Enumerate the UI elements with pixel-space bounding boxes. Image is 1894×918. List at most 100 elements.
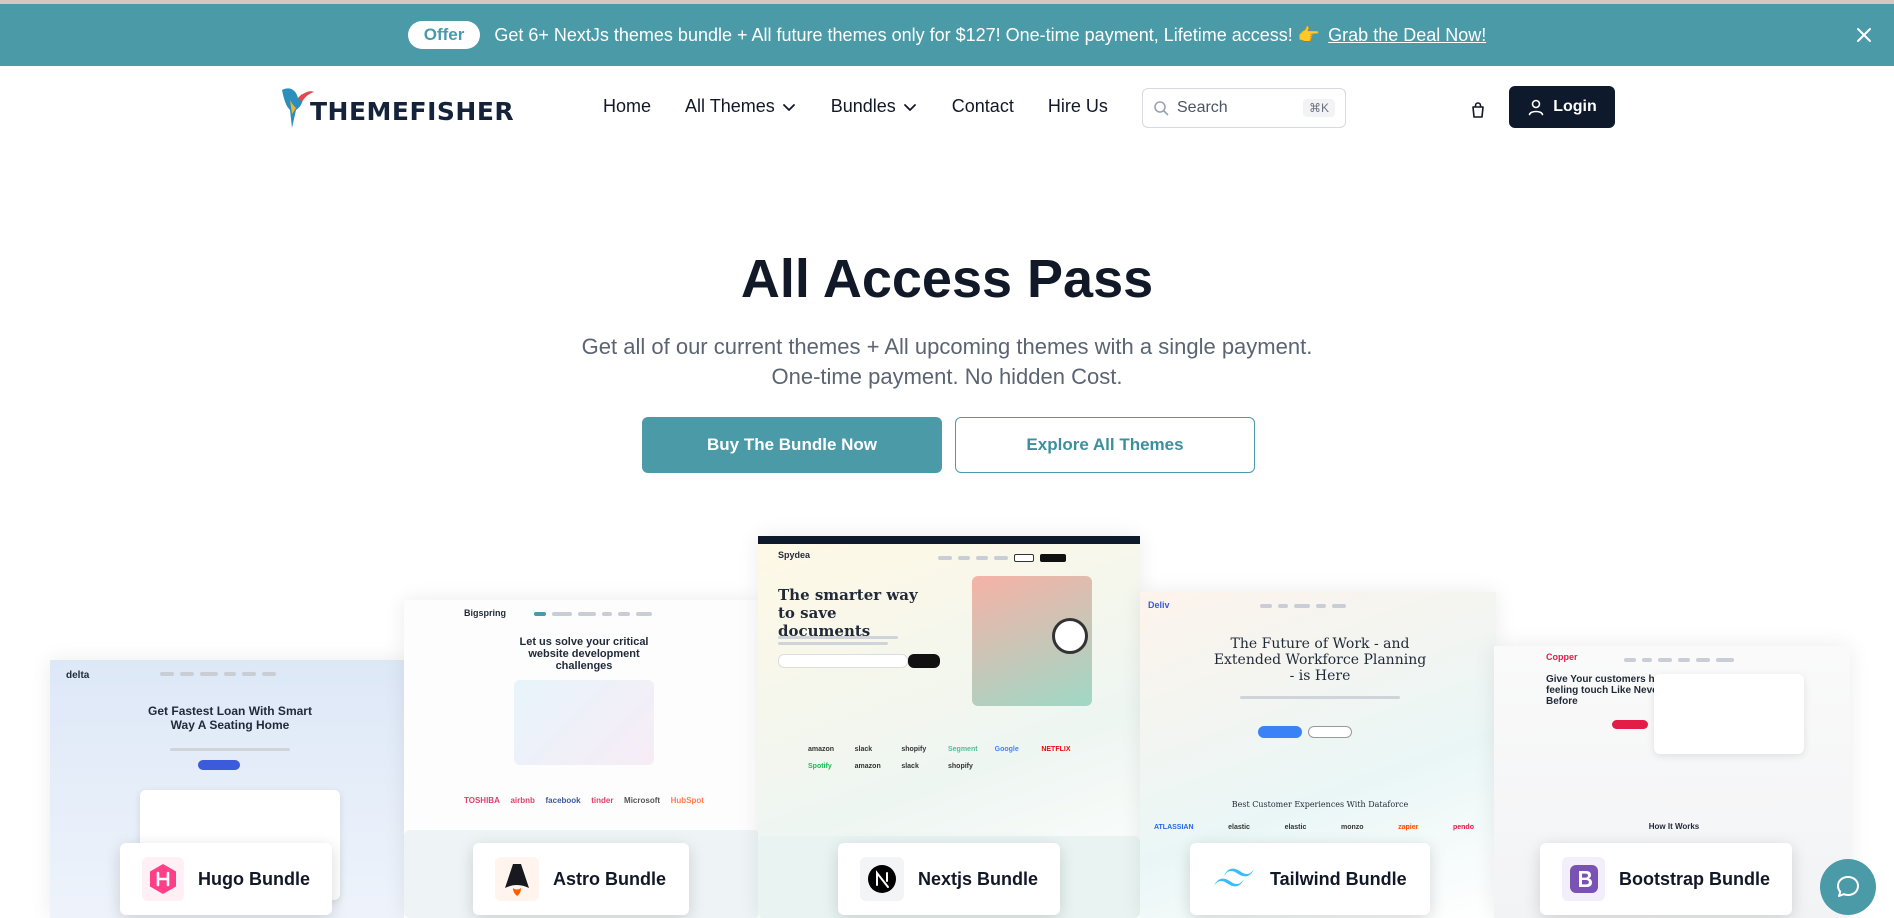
nav-home-label: Home	[603, 96, 652, 116]
preview-heading: The smarter way to save documents	[778, 586, 918, 640]
bundle-label: Bootstrap Bundle	[1619, 868, 1770, 889]
preview-topbar	[758, 536, 1140, 544]
preview-chart-widget	[1052, 618, 1088, 654]
astro-bundle-card[interactable]: Astro Bundle	[473, 843, 689, 915]
hugo-bundle-card[interactable]: Hugo Bundle	[120, 843, 332, 915]
nav-hire-us[interactable]: Hire Us	[1048, 96, 1108, 117]
preview-logo: elastic	[1228, 824, 1250, 831]
chevron-down-icon	[903, 103, 916, 111]
preview-button	[198, 760, 240, 770]
nav-bundles[interactable]: Bundles	[831, 96, 918, 117]
preview-text-line	[778, 642, 888, 645]
preview-logo: amazon	[854, 763, 881, 770]
hero-subtitle: Get all of our current themes + All upco…	[0, 332, 1894, 392]
nav-all-themes[interactable]: All Themes	[685, 96, 797, 117]
preview-email-input	[778, 654, 908, 668]
brand-name: THEMEFISHER	[310, 97, 515, 126]
preview-button	[908, 654, 940, 668]
preview-heading: Let us solve your critical website devel…	[519, 636, 649, 672]
preview-logo: elastic	[1284, 824, 1307, 831]
preview-logo: slack	[854, 746, 873, 753]
preview-logo: NETFLIX	[1041, 746, 1071, 753]
bundle-label: Tailwind Bundle	[1270, 868, 1407, 889]
offer-text: Get 6+ NextJs themes bundle + All future…	[494, 24, 1321, 45]
offer-banner: Offer Get 6+ NextJs themes bundle + All …	[0, 4, 1894, 66]
hero-subtitle-line: One-time payment. No hidden Cost.	[771, 364, 1123, 389]
preview-brand: Spydea	[778, 550, 811, 560]
cart-icon[interactable]	[1468, 100, 1488, 120]
preview-button	[1308, 726, 1352, 738]
preview-logo: Spotify	[808, 763, 832, 770]
bundle-label: Astro Bundle	[553, 868, 667, 889]
hugo-icon	[142, 857, 185, 901]
preview-logo: slack	[901, 763, 919, 770]
tailwind-bundle-card[interactable]: Tailwind Bundle	[1190, 843, 1430, 915]
themefisher-logo[interactable]: THEMEFISHER	[280, 80, 514, 130]
preview-heading: The Future of Work - and Extended Workfo…	[1213, 636, 1427, 684]
search-placeholder: Search	[1177, 99, 1228, 116]
preview-logo: facebook	[545, 796, 581, 805]
bundle-label: Nextjs Bundle	[917, 868, 1038, 889]
preview-logo-strip: ATLASSIAN elastic elastic monzo zapier p…	[1154, 824, 1474, 831]
bundle-label: Hugo Bundle	[198, 868, 310, 889]
preview-nav	[938, 552, 1130, 564]
preview-illustration	[514, 680, 654, 765]
bootstrap-icon	[1562, 857, 1605, 901]
preview-brand: Copper	[1546, 652, 1578, 662]
nextjs-icon	[860, 857, 904, 901]
preview-nav	[1260, 600, 1486, 612]
preview-brand: Deliv	[1148, 600, 1170, 610]
preview-nav	[1624, 654, 1840, 666]
chat-icon	[1837, 876, 1859, 897]
buy-bundle-button[interactable]: Buy The Bundle Now	[642, 417, 942, 473]
nextjs-bundle-card[interactable]: Nextjs Bundle	[838, 843, 1060, 915]
preview-logo: amazon	[808, 746, 835, 753]
preview-logo: zapier	[1398, 824, 1419, 831]
nav-bundles-label: Bundles	[830, 96, 896, 116]
preview-text-line	[778, 636, 898, 639]
preview-button	[1258, 726, 1302, 738]
chat-widget-button[interactable]	[1820, 859, 1876, 915]
preview-logo: airbnb	[510, 796, 535, 805]
preview-subheading: How It Works	[1648, 822, 1700, 831]
preview-logo: Segment	[948, 746, 978, 753]
login-button[interactable]: Login	[1509, 86, 1615, 128]
preview-logo-grid: amazon slack shopify Segment Google NETF…	[808, 746, 1088, 770]
preview-logo: Google	[994, 746, 1019, 753]
preview-logo-strip: TOSHIBA airbnb facebook tinder Microsoft…	[464, 796, 704, 805]
hero-subtitle-line: Get all of our current themes + All upco…	[581, 334, 1313, 359]
explore-themes-button[interactable]: Explore All Themes	[955, 417, 1255, 473]
login-label: Login	[1553, 98, 1597, 115]
preview-button	[1612, 720, 1648, 729]
preview-text-line	[170, 748, 290, 751]
nav-hire-us-label: Hire Us	[1047, 96, 1108, 116]
nav-contact-label: Contact	[951, 96, 1014, 116]
preview-logo: HubSpot	[670, 796, 704, 805]
search-button[interactable]: Search ⌘K	[1142, 88, 1346, 128]
tailwind-icon	[1212, 857, 1256, 901]
preview-brand: Bigspring	[464, 608, 506, 618]
preview-logo: Microsoft	[624, 796, 661, 805]
preview-text-line	[1240, 696, 1400, 699]
preview-nav	[160, 668, 400, 680]
grab-deal-link[interactable]: Grab the Deal Now!	[1328, 25, 1486, 46]
preview-logo: pendo	[1452, 824, 1474, 831]
hummingbird-icon	[282, 88, 314, 128]
page-title: All Access Pass	[740, 249, 1154, 309]
offer-badge: Offer	[407, 21, 481, 49]
preview-logo: tinder	[591, 796, 614, 805]
preview-dashboard	[1654, 674, 1804, 754]
bootstrap-bundle-card[interactable]: Bootstrap Bundle	[1540, 843, 1792, 915]
astro-icon	[495, 857, 539, 901]
nav-home[interactable]: Home	[603, 96, 651, 117]
preview-logo: ATLASSIAN	[1154, 824, 1194, 831]
close-icon[interactable]	[1854, 25, 1874, 45]
search-shortcut: ⌘K	[1302, 99, 1335, 117]
preview-brand: delta	[66, 670, 90, 681]
preview-heading: Get Fastest Loan With Smart Way A Seatin…	[148, 704, 312, 732]
preview-logo: monzo	[1340, 824, 1364, 831]
preview-logo: shopify	[948, 763, 973, 770]
user-icon	[1528, 99, 1544, 116]
preview-logo: TOSHIBA	[464, 796, 500, 805]
nav-contact[interactable]: Contact	[952, 96, 1014, 117]
